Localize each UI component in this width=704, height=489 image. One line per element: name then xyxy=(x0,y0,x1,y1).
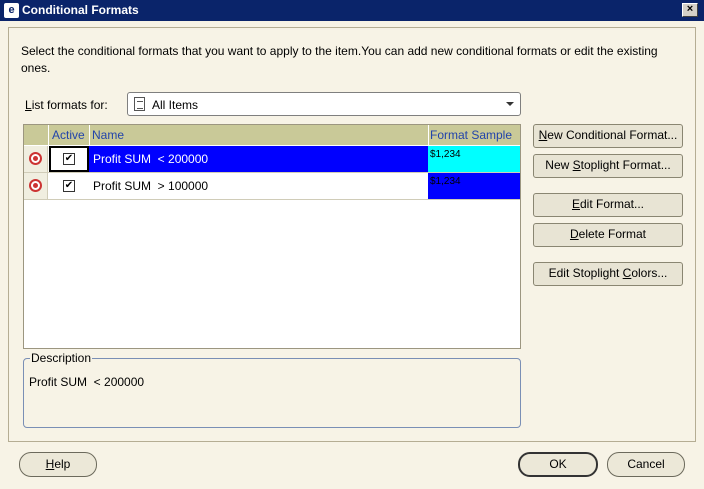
format-status-icon xyxy=(29,179,42,192)
table-header: Active Name Format Sample xyxy=(24,125,520,145)
format-status-icon xyxy=(29,152,42,165)
cancel-button[interactable]: Cancel xyxy=(607,452,685,477)
edit-stoplight-colors-button[interactable]: Edit Stoplight Colors... xyxy=(533,262,683,286)
name-cell[interactable]: Profit SUM > 100000 xyxy=(89,173,428,199)
dropdown-arrow-icon[interactable] xyxy=(506,102,514,106)
instruction-text: Select the conditional formats that you … xyxy=(21,44,658,75)
close-button[interactable]: × xyxy=(682,3,698,17)
row-gutter[interactable] xyxy=(24,173,48,199)
format-sample-cell: $1,234 xyxy=(428,146,520,172)
name-cell[interactable]: Profit SUM < 200000 xyxy=(89,146,428,172)
column-header-active[interactable]: Active xyxy=(52,128,85,142)
row-gutter[interactable] xyxy=(24,146,48,172)
table-row[interactable]: ✔ Profit SUM < 200000 $1,234 xyxy=(24,146,520,172)
active-checkbox[interactable]: ✔ xyxy=(63,153,75,165)
column-header-name[interactable]: Name xyxy=(92,128,124,142)
description-legend: Description xyxy=(30,351,93,365)
list-formats-label: List formats for: xyxy=(25,98,108,112)
active-checkbox[interactable]: ✔ xyxy=(63,180,75,192)
window-title: Conditional Formats xyxy=(22,3,139,17)
conditional-formats-table: Active Name Format Sample ✔ Profit SUM <… xyxy=(23,124,521,349)
new-conditional-format-button[interactable]: New Conditional Format... xyxy=(533,124,683,148)
column-header-format-sample[interactable]: Format Sample xyxy=(430,128,512,142)
app-icon: e xyxy=(4,3,19,18)
title-bar: e Conditional Formats × xyxy=(0,0,704,21)
description-box: Description Profit SUM < 200000 xyxy=(23,351,521,428)
format-sample-cell: $1,234 xyxy=(428,173,520,199)
active-cell[interactable]: ✔ xyxy=(49,173,89,199)
new-stoplight-format-button[interactable]: New Stoplight Format... xyxy=(533,154,683,178)
help-button[interactable]: Help xyxy=(19,452,97,477)
main-panel: Select the conditional formats that you … xyxy=(8,27,696,442)
list-formats-dropdown[interactable]: All Items xyxy=(127,92,521,116)
description-text: Profit SUM < 200000 xyxy=(29,375,145,389)
ok-button[interactable]: OK xyxy=(518,452,598,477)
delete-format-button[interactable]: Delete Format xyxy=(533,223,683,247)
edit-format-button[interactable]: Edit Format... xyxy=(533,193,683,217)
active-cell[interactable]: ✔ xyxy=(49,146,89,172)
table-row[interactable]: ✔ Profit SUM > 100000 $1,234 xyxy=(24,173,520,199)
document-icon xyxy=(134,97,145,111)
list-formats-selected: All Items xyxy=(152,98,199,112)
